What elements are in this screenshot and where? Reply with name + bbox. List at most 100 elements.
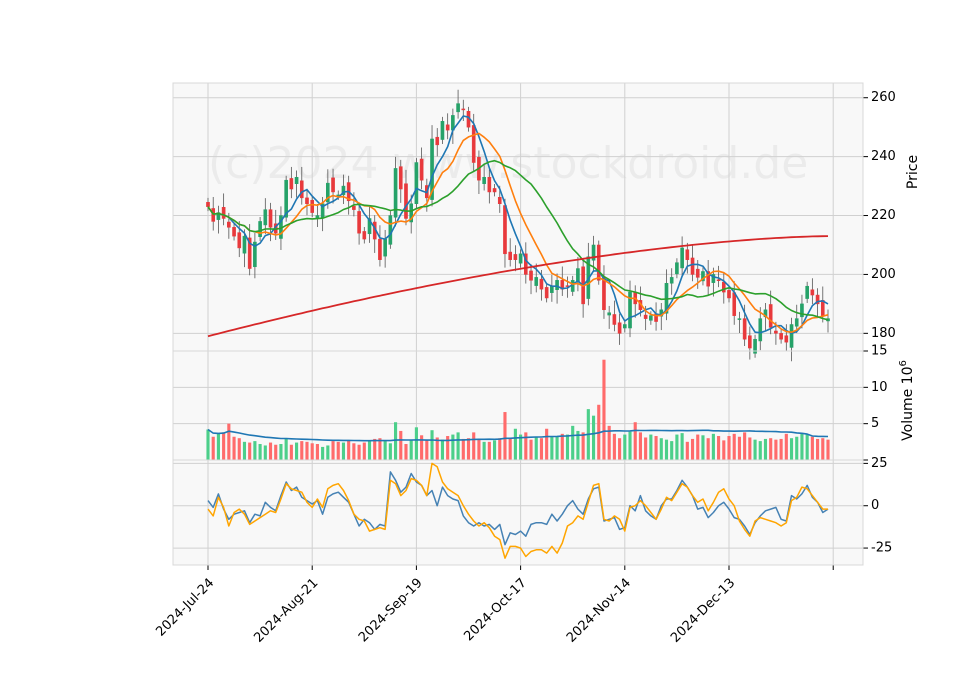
volume-bar (706, 438, 710, 460)
volume-bar (347, 440, 351, 460)
volume-bar (222, 432, 226, 460)
candle-body (435, 136, 440, 146)
volume-bar (279, 444, 283, 460)
candle-body (768, 304, 773, 328)
candle-body (289, 178, 294, 190)
candle-body (461, 108, 466, 111)
volume-bar (826, 439, 830, 460)
volume-bar (685, 441, 689, 460)
candle-body (305, 197, 309, 204)
candle-body (789, 324, 794, 348)
volume-bar (206, 429, 210, 460)
volume-bar (743, 432, 747, 460)
y-axis-label-price: Price (905, 155, 921, 189)
y-tick-label-price: 260 (871, 90, 896, 105)
volume-bar (555, 436, 559, 460)
volume-bar (722, 440, 726, 460)
candle-body (310, 199, 315, 213)
volume-bar (394, 422, 398, 460)
volume-bar (800, 433, 804, 460)
volume-bar (237, 438, 241, 460)
volume-bar (399, 430, 403, 460)
candle-body (362, 231, 367, 240)
volume-bar (409, 439, 413, 460)
candle-body (680, 247, 684, 269)
y-tick-label-price: 240 (871, 149, 896, 164)
volume-bar (357, 444, 361, 460)
volume-bar (300, 441, 304, 460)
volume-bar (628, 431, 632, 460)
volume-bar (362, 442, 366, 460)
candle-body (294, 176, 299, 184)
volume-bar (680, 433, 684, 460)
candle-body (352, 205, 356, 210)
volume-bar (758, 441, 762, 460)
candle-body (445, 124, 450, 131)
volume-bar (414, 427, 418, 460)
volume-bar (305, 441, 309, 460)
volume-bar (789, 438, 794, 460)
volume-bar (326, 445, 330, 460)
x-tick-label: 2024-Nov-14 (564, 576, 634, 646)
volume-bar (638, 432, 642, 460)
candle-body (784, 335, 789, 343)
candle-body (690, 257, 695, 275)
volume-bar (383, 440, 387, 460)
candle-body (695, 268, 700, 278)
stock-chart: (c)2024 www.stockdroid.de 2024-Jul-24 202… (0, 0, 960, 690)
candle-body (669, 277, 674, 284)
volume-bar (675, 434, 679, 460)
y-axis-label-volume: Volume 106 (898, 360, 916, 441)
volume-label-exponent: 6 (898, 360, 909, 366)
candle-body (232, 227, 236, 237)
y-tick-label-price: 220 (871, 208, 896, 223)
candle-body (258, 221, 262, 237)
volume-bar (732, 433, 736, 460)
candle-body (492, 188, 497, 193)
volume-bar (664, 439, 669, 460)
volume-bar (784, 433, 788, 460)
candle-body (685, 249, 690, 260)
volume-bar (711, 433, 715, 460)
candle-body (404, 183, 408, 219)
volume-bar (336, 441, 340, 460)
panel-background-price (173, 83, 863, 351)
candle-body (555, 280, 559, 290)
candle-body (378, 238, 382, 260)
candle-body (414, 162, 419, 204)
volume-bar (487, 441, 491, 460)
volume-bar (430, 430, 434, 460)
candle-body (748, 335, 752, 349)
candle-body (727, 290, 731, 299)
volume-bar (508, 438, 512, 460)
candle-body (211, 208, 216, 222)
candle-body (805, 285, 809, 299)
candle-body (398, 166, 403, 190)
volume-bar (696, 434, 700, 460)
volume-bar (524, 432, 528, 460)
candle-body (649, 315, 653, 321)
volume-bar (633, 422, 637, 460)
candle-body (774, 330, 778, 334)
candle-body (513, 254, 518, 260)
volume-bar (352, 443, 356, 460)
volume-bar (560, 433, 564, 460)
candle-body (539, 278, 544, 290)
volume-bar (466, 438, 471, 460)
volume-bar (649, 434, 653, 460)
candle-body (779, 333, 783, 340)
candle-body (612, 314, 617, 325)
stock-chart-svg: (c)2024 www.stockdroid.de 2024-Jul-24 202… (153, 82, 921, 646)
volume-bar (690, 438, 695, 460)
volume-bar (753, 439, 757, 460)
volume-bar (367, 440, 372, 460)
volume-bar (513, 428, 517, 460)
volume-bar (420, 435, 424, 460)
volume-bar (461, 438, 465, 460)
candle-body (550, 285, 554, 293)
x-tick-label: 2024-Oct-17 (461, 576, 529, 644)
candle-body (206, 202, 210, 207)
volume-bar (545, 428, 549, 460)
candle-body (820, 300, 825, 316)
volume-bar (284, 438, 288, 460)
